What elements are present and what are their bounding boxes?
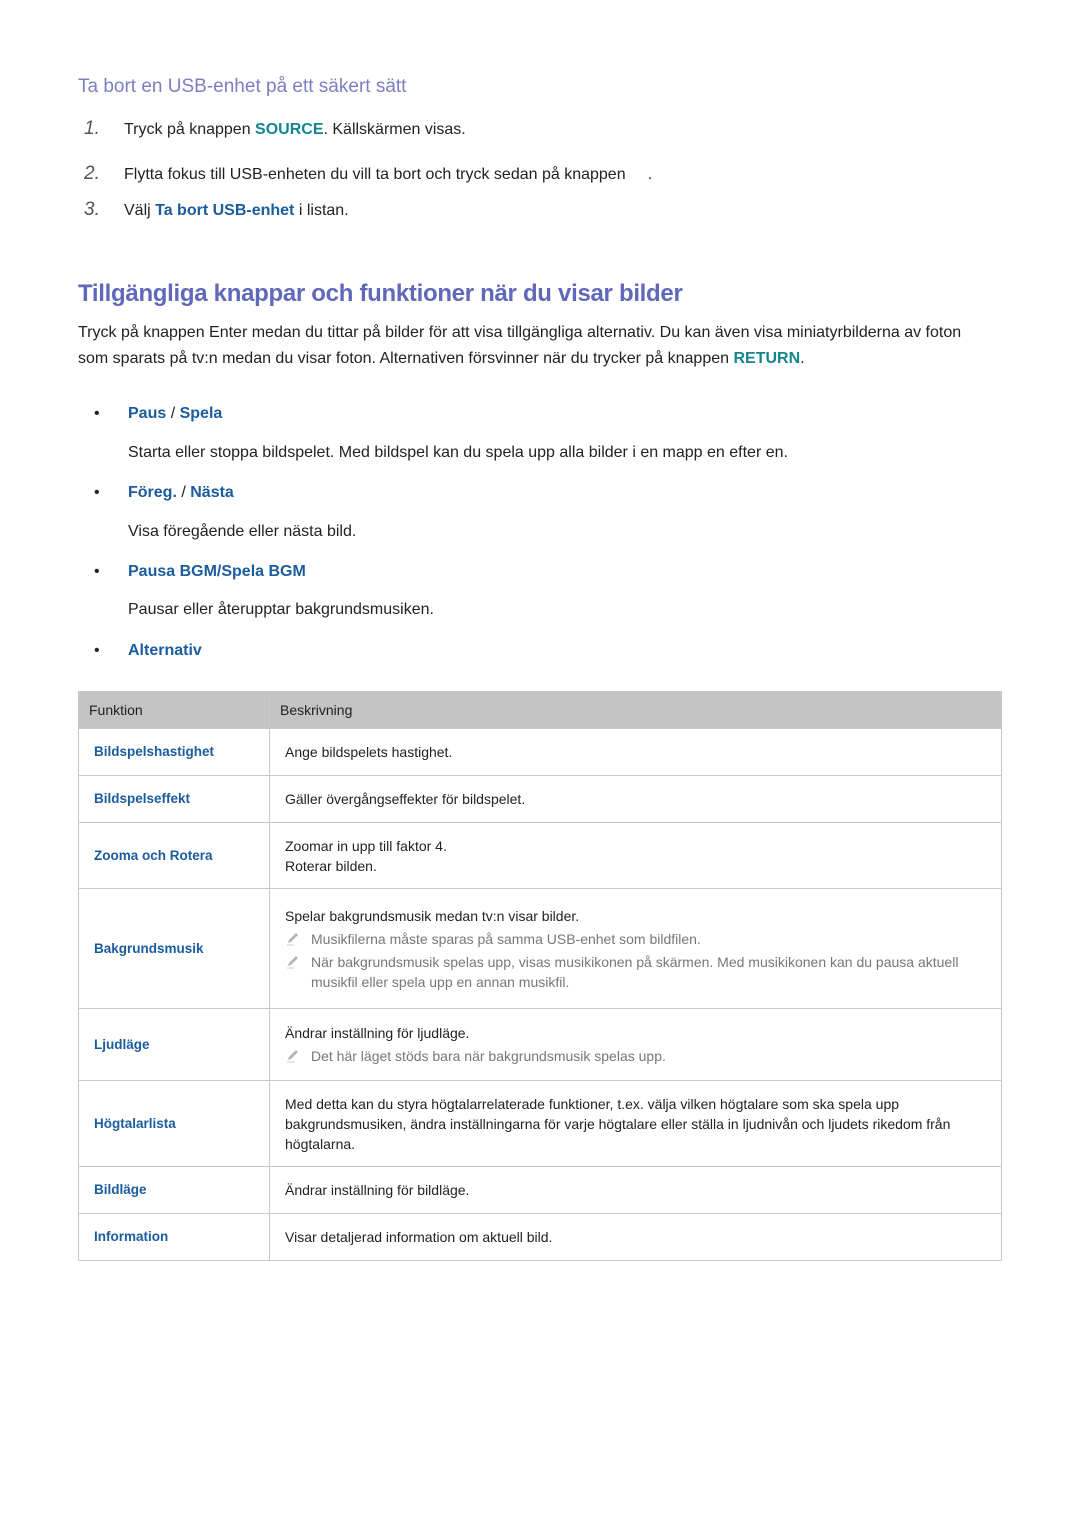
step-text: i listan. — [294, 202, 349, 219]
table-row: Ljudläge Ändrar inställning för ljudläge.… — [78, 1008, 1002, 1081]
remove-usb-keyword: Ta bort USB-enhet — [155, 202, 295, 219]
function-description: Ange bildspelets hastighet. — [269, 728, 1002, 776]
bullet-desc: Starta eller stoppa bildspelet. Med bild… — [128, 444, 788, 461]
note: När bakgrundsmusik spelas upp, visas mus… — [285, 952, 986, 992]
function-name: Zooma och Rotera — [78, 822, 270, 889]
intro-paragraph: Tryck på knappen Enter medan du tittar p… — [78, 320, 988, 371]
bullet-bgm: Pausa BGM/Spela BGM — [94, 563, 306, 581]
step-text: Välj — [124, 202, 156, 219]
bullet-label: Pausa BGM/Spela BGM — [128, 563, 306, 580]
function-name: Information — [78, 1213, 270, 1261]
step-2: 2. Flytta fokus till USB-enheten du vill … — [84, 163, 652, 185]
table-row: Bildspelseffekt Gäller övergångseffekter … — [78, 775, 1002, 823]
step-text: . Källskärmen visas. — [323, 121, 466, 138]
separator: / — [166, 405, 180, 422]
description-text: Spelar bakgrundsmusik medan tv:n visar b… — [285, 907, 580, 924]
return-keyword: RETURN — [733, 349, 801, 367]
note: Det här läget stöds bara när bakgrundsmu… — [285, 1046, 986, 1066]
function-name: Bildspelshastighet — [78, 728, 270, 776]
note: Musikfilerna måste sparas på samma USB-e… — [285, 929, 986, 949]
function-description: Med detta kan du styra högtalarrelaterad… — [269, 1080, 1002, 1167]
description-text: Gäller övergångseffekter för bildspelet. — [285, 791, 526, 807]
function-description: Gäller övergångseffekter för bildspelet. — [269, 775, 1002, 823]
header-function: Funktion — [78, 691, 270, 729]
step-1: 1. Tryck på knappen SOURCE. Källskärmen v… — [84, 118, 466, 140]
bullet-label: Spela — [179, 405, 223, 422]
pencil-note-icon — [287, 955, 298, 968]
description-text: Roterar bilden. — [285, 857, 377, 874]
function-description: Ändrar inställning för bildläge. — [269, 1166, 1002, 1214]
bullet-desc: Pausar eller återupptar bakgrundsmusiken… — [128, 601, 434, 618]
bullet-desc: Visa föregående eller nästa bild. — [128, 523, 357, 540]
intro-text: . — [800, 349, 805, 367]
note-text: När bakgrundsmusik spelas upp, visas mus… — [311, 953, 959, 990]
description-text: Zoomar in upp till faktor 4. — [285, 837, 447, 854]
table-row: Zooma och Rotera Zoomar in upp till fakto… — [78, 822, 1002, 889]
separator: / — [176, 484, 191, 501]
table-row: Bildspelshastighet Ange bildspelets hasti… — [78, 728, 1002, 776]
function-name: Högtalarlista — [78, 1080, 270, 1167]
step-number: 2. — [84, 163, 100, 184]
step-text: . — [625, 166, 653, 183]
table-row: Högtalarlista Med detta kan du styra högt… — [78, 1080, 1002, 1167]
table-row: Information Visar detaljerad information … — [78, 1213, 1002, 1261]
options-table: Funktion Beskrivning Bildspelshastighet A… — [78, 691, 1002, 1261]
bullet-label: Föreg. — [128, 484, 177, 501]
table-header-row: Funktion Beskrivning — [78, 691, 1002, 729]
step-number: 3. — [84, 199, 100, 220]
bullet-options: Alternativ — [94, 642, 202, 660]
function-description: Spelar bakgrundsmusik medan tv:n visar b… — [269, 888, 1002, 1009]
pencil-note-icon — [287, 1050, 298, 1063]
description-text: Ändrar inställning för ljudläge. — [285, 1025, 470, 1041]
bullet-label: Nästa — [190, 484, 234, 501]
function-description: Zoomar in upp till faktor 4. Roterar bild… — [269, 822, 1002, 889]
intro-text: Tryck på knappen Enter medan du tittar p… — [78, 324, 962, 367]
description-text: Ange bildspelets hastighet. — [285, 744, 453, 760]
description-text: Med detta kan du styra högtalarrelaterad… — [285, 1095, 951, 1152]
description-text: Visar detaljerad information om aktuell … — [285, 1229, 553, 1245]
note-text: Det här läget stöds bara när bakgrundsmu… — [311, 1048, 666, 1064]
table-row: Bakgrundsmusik Spelar bakgrundsmusik meda… — [78, 888, 1002, 1009]
bullet-label: Paus — [128, 405, 167, 422]
table-row: Bildläge Ändrar inställning för bildläge. — [78, 1166, 1002, 1214]
section-heading-remove-usb: Ta bort en USB-enhet på ett säkert sätt — [78, 76, 407, 97]
section-heading-photo-functions: Tillgängliga knappar och funktioner när … — [78, 280, 683, 307]
function-name: Bakgrundsmusik — [78, 888, 270, 1009]
function-name: Bildspelseffekt — [78, 775, 270, 823]
note-text: Musikfilerna måste sparas på samma USB-e… — [311, 930, 701, 947]
function-name: Ljudläge — [78, 1008, 270, 1081]
description-text: Ändrar inställning för bildläge. — [285, 1182, 470, 1198]
step-number: 1. — [84, 118, 100, 139]
function-description: Ändrar inställning för ljudläge. Det här … — [269, 1008, 1002, 1081]
source-keyword: SOURCE — [255, 121, 324, 138]
step-3: 3. Välj Ta bort USB-enhet i listan. — [84, 199, 349, 221]
function-description: Visar detaljerad information om aktuell … — [269, 1213, 1002, 1261]
bullet-label: Alternativ — [128, 642, 202, 659]
step-text: Tryck på knappen — [124, 121, 256, 138]
step-text: Flytta fokus till USB-enheten du vill ta… — [124, 166, 626, 183]
function-name: Bildläge — [78, 1166, 270, 1214]
pencil-note-icon — [287, 932, 298, 945]
header-description: Beskrivning — [269, 691, 1002, 729]
bullet-pause-play: Paus / Spela — [94, 405, 223, 423]
bullet-prev-next: Föreg. / Nästa — [94, 484, 234, 502]
